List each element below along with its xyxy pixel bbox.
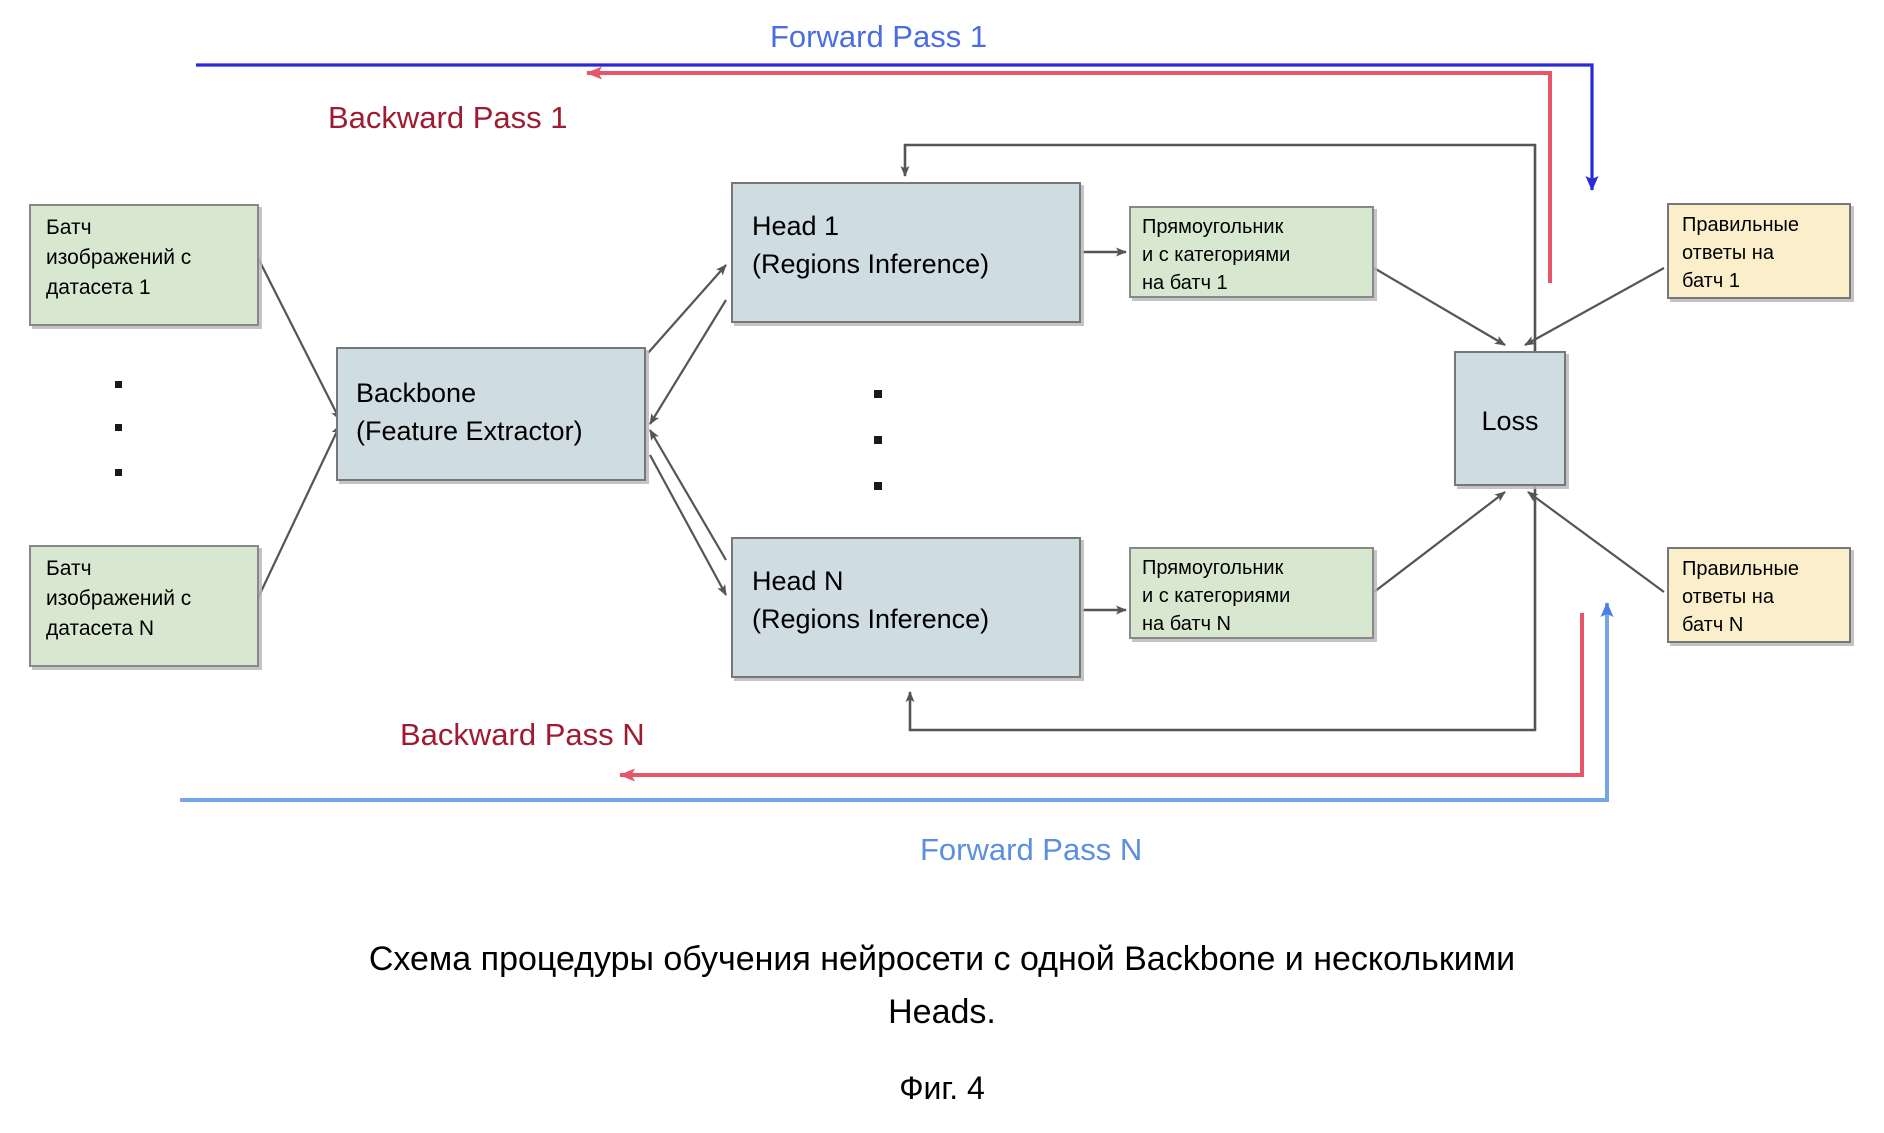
backward-pass-n-label: Backward Pass N: [400, 717, 645, 752]
backbone-line-1: Backbone: [356, 378, 476, 408]
node-backbone[interactable]: Backbone (Feature Extractor): [336, 347, 646, 481]
forward-pass-1-label: Forward Pass 1: [770, 19, 987, 54]
figure-caption-line-2: Heads.: [888, 993, 996, 1031]
batchn-to-backbone-connector: [257, 424, 341, 599]
head-1-line-1: Head 1: [752, 211, 839, 241]
pred-1-line-1: Прямоугольник: [1142, 216, 1284, 238]
batch-n-line-3: датасета N: [46, 617, 154, 640]
backbone-to-headn-connector: [649, 454, 727, 596]
head-n-line-2: (Regions Inference): [752, 604, 989, 634]
node-batch-n[interactable]: Батч изображений с датасета N: [29, 545, 259, 667]
node-head-1[interactable]: Head 1 (Regions Inference): [731, 182, 1081, 323]
middle-vertical-ellipsis: [874, 390, 882, 490]
backbone-line-2: (Feature Extractor): [356, 416, 583, 446]
figure-page: Forward Pass 1 Backward Pass 1 Forward P…: [0, 0, 1884, 1133]
figure-number: Фиг. 4: [899, 1070, 985, 1106]
head-1-line-2: (Regions Inference): [752, 249, 989, 279]
batch-n-line-1: Батч: [46, 557, 92, 580]
backward-pass-1-label: Backward Pass 1: [328, 100, 568, 135]
node-predictions-n[interactable]: Прямоугольник и с категориями на батч N: [1129, 547, 1374, 639]
pred-n-line-3: на батч N: [1142, 613, 1231, 635]
gt-1-line-2: ответы на: [1682, 242, 1775, 264]
batch-n-line-2: изображений с: [46, 587, 191, 610]
figure-caption-line-1: Схема процедуры обучения нейросети с одн…: [369, 940, 1515, 978]
left-vertical-ellipsis: [115, 381, 122, 476]
predn-to-loss-connector: [1373, 491, 1506, 593]
head-n-line-1: Head N: [752, 566, 844, 596]
batch-1-line-1: Батч: [46, 216, 92, 239]
pred-1-line-3: на батч 1: [1142, 272, 1228, 294]
node-ground-truth-n[interactable]: Правильные ответы на батч N: [1667, 547, 1851, 643]
pred1-to-loss-connector: [1373, 267, 1506, 346]
node-head-n[interactable]: Head N (Regions Inference): [731, 537, 1081, 678]
pred-n-line-2: и с категориями: [1142, 585, 1290, 607]
head1-to-backbone-connector: [649, 299, 727, 425]
gt1-to-loss-connector: [1524, 267, 1665, 346]
node-ground-truth-1[interactable]: Правильные ответы на батч 1: [1667, 203, 1851, 299]
batch-1-line-2: изображений с: [46, 246, 191, 269]
batch-1-line-3: датасета 1: [46, 276, 151, 299]
gt-1-line-1: Правильные: [1682, 214, 1799, 236]
gt-n-line-2: ответы на: [1682, 586, 1775, 608]
headn-to-backbone-connector: [649, 429, 727, 561]
node-predictions-1[interactable]: Прямоугольник и с категориями на батч 1: [1129, 206, 1374, 298]
backbone-to-head1-connector: [647, 264, 727, 354]
batch1-to-backbone-connector: [257, 257, 341, 421]
node-batch-1[interactable]: Батч изображений с датасета 1: [29, 204, 259, 326]
node-loss[interactable]: Loss: [1454, 351, 1566, 486]
gt-n-line-3: батч N: [1682, 614, 1743, 636]
pred-1-line-2: и с категориями: [1142, 244, 1290, 266]
gtn-to-loss-connector: [1527, 491, 1665, 593]
pred-n-line-1: Прямоугольник: [1142, 557, 1284, 579]
forward-pass-n-label: Forward Pass N: [920, 832, 1142, 867]
gt-n-line-1: Правильные: [1682, 558, 1799, 580]
loss-label: Loss: [1481, 406, 1538, 436]
gt-1-line-3: батч 1: [1682, 270, 1740, 292]
training-procedure-diagram: Forward Pass 1 Backward Pass 1 Forward P…: [29, 19, 1851, 1106]
